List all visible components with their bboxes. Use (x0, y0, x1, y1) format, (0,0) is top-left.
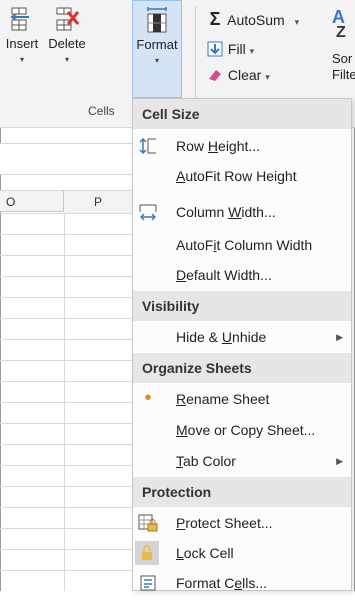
hide-unhide-accelerator: U (221, 329, 233, 345)
hide-unhide-text-rest: nhide (232, 329, 267, 345)
fill-icon (206, 38, 224, 60)
insert-cells-icon (9, 6, 35, 32)
format-cells-icon (144, 7, 170, 33)
format-dropdown-menu: Cell Size Row Height... AutoFit Row Heig… (132, 98, 352, 591)
tab-color-text: ab Color (183, 453, 236, 469)
menu-item-column-width[interactable]: Column Width... (133, 197, 351, 227)
section-visibility: Visibility (133, 291, 351, 321)
sort-label-bottom: Filte (332, 67, 355, 82)
format-button[interactable]: Format ▾ (132, 0, 182, 98)
menu-item-format-cells[interactable]: Format Cells... (133, 568, 351, 598)
autofit-row-text: utoFit Row Height (185, 168, 297, 184)
move-copy-text: ove or Copy Sheet... (187, 422, 316, 438)
chevron-down-icon: ▾ (265, 72, 270, 82)
default-width-text: efault Width... (186, 267, 272, 283)
protect-sheet-icon (138, 513, 158, 533)
column-width-text-rest: idth... (241, 204, 276, 220)
fill-button[interactable]: Fill ▾ (206, 38, 254, 60)
menu-item-default-width[interactable]: Default Width... (133, 260, 351, 290)
insert-label: Insert (5, 36, 39, 51)
lock-cell-accelerator: L (176, 545, 184, 561)
menu-item-row-height[interactable]: Row Height... (133, 131, 351, 161)
chevron-down-icon: ▾ (64, 55, 69, 64)
submenu-arrow-icon: ▶ (336, 332, 343, 342)
protect-sheet-accelerator: P (176, 515, 186, 531)
row-height-text: Row (176, 138, 208, 154)
protect-sheet-text: rotect Sheet... (185, 515, 273, 531)
sort-z-icon: Z (336, 24, 346, 41)
autosum-label: AutoSum (227, 12, 285, 28)
delete-button[interactable]: Delete ▾ (44, 0, 90, 96)
clear-label: Clear (227, 67, 262, 83)
menu-item-autofit-row-height[interactable]: AutoFit Row Height (133, 161, 351, 191)
column-header-p[interactable]: P (64, 190, 132, 214)
menu-item-autofit-column-width[interactable]: AutoFit Column Width (133, 230, 351, 260)
menu-item-tab-color[interactable]: Tab Color ▶ (133, 446, 351, 476)
delete-label: Delete (48, 36, 86, 51)
autofit-col-text-rest: t Column Width (216, 237, 313, 253)
menu-item-move-copy-sheet[interactable]: Move or Copy Sheet... (133, 415, 351, 445)
row-height-text-rest: eight... (218, 138, 261, 154)
cells-group-label: Cells (88, 104, 115, 118)
insert-button[interactable]: Insert ▾ (0, 0, 44, 96)
menu-item-lock-cell[interactable]: Lock Cell (133, 538, 351, 568)
section-organize-sheets: Organize Sheets (133, 353, 351, 383)
column-header-o[interactable]: O (0, 190, 64, 212)
rename-sheet-text: ename Sheet (186, 391, 270, 407)
lock-icon (135, 541, 159, 565)
format-cells-text-rest: lls... (242, 575, 268, 591)
autofit-col-text: AutoF (176, 237, 214, 253)
tab-color-accelerator: T (176, 453, 183, 469)
autosum-icon: Σ (209, 9, 221, 29)
lock-cell-text: ock Cell (183, 545, 234, 561)
format-cells-text: Format C (176, 575, 235, 591)
row-height-icon (138, 136, 158, 156)
column-width-accelerator: W (228, 204, 242, 220)
formula-bar[interactable] (0, 143, 132, 175)
menu-item-rename-sheet[interactable]: • Rename Sheet (133, 384, 351, 414)
submenu-arrow-icon: ▶ (336, 456, 343, 466)
format-label: Format (136, 37, 178, 52)
section-cell-size: Cell Size (133, 99, 351, 129)
hide-unhide-text: Hide & (176, 329, 222, 345)
menu-item-hide-unhide[interactable]: Hide & Unhide ▶ (133, 322, 351, 352)
row-height-accelerator: H (207, 138, 219, 154)
section-protection: Protection (133, 477, 351, 507)
move-copy-accelerator: M (176, 422, 188, 438)
autofit-row-accelerator: A (176, 168, 186, 184)
bullet-icon: • (144, 387, 152, 409)
format-cells-accelerator: e (234, 575, 243, 591)
clear-button[interactable]: Clear ▾ (206, 64, 270, 86)
delete-cells-icon (54, 6, 80, 32)
rename-sheet-accelerator: R (176, 391, 187, 407)
default-width-accelerator: D (176, 267, 187, 283)
column-width-icon (138, 202, 158, 222)
format-cells-menu-icon (138, 573, 158, 593)
worksheet-grid[interactable] (0, 213, 132, 591)
fill-label: Fill (227, 41, 246, 57)
chevron-down-icon: ▾ (294, 17, 300, 27)
menu-item-protect-sheet[interactable]: Protect Sheet... (133, 508, 351, 538)
chevron-down-icon: ▾ (19, 55, 24, 64)
chevron-down-icon: ▾ (249, 46, 255, 56)
chevron-down-icon: ▾ (154, 56, 159, 65)
autosum-button[interactable]: Σ AutoSum ▾ (206, 8, 300, 30)
column-width-text: Column (176, 204, 229, 220)
eraser-icon (206, 64, 224, 86)
